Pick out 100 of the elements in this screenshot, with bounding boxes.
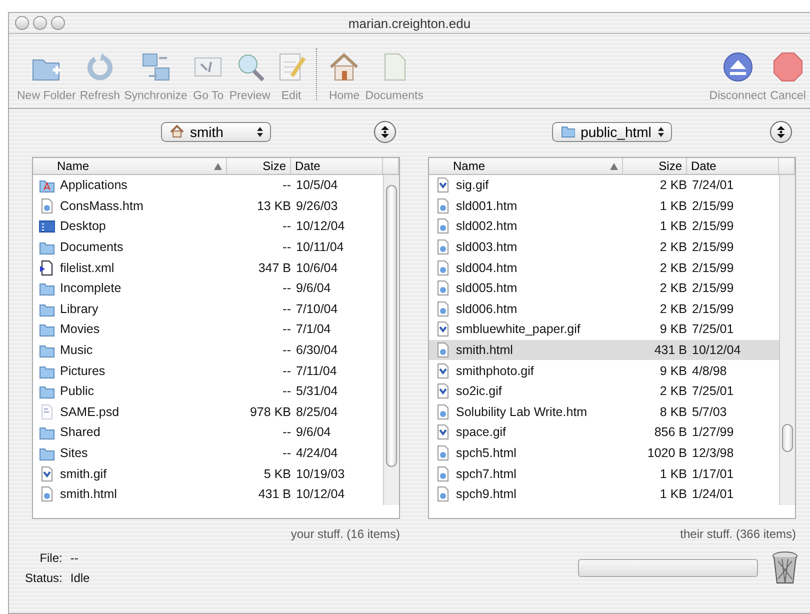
file-date: 10/11/04 <box>295 240 345 254</box>
file-size: 9 KB <box>658 322 687 336</box>
file-date: 10/6/04 <box>295 260 339 275</box>
file-date: 10/12/04 <box>295 487 346 502</box>
file-size: -- <box>282 240 291 254</box>
file-row[interactable]: smbluewhite_paper.gif 9 KB 7/25/01 <box>429 319 779 340</box>
file-name: SAME.psd <box>60 404 120 419</box>
file-row[interactable]: smithphoto.gif 9 KB 4/8/98 <box>429 360 779 381</box>
file-row[interactable]: sld006.htm 2 KB 2/15/99 <box>429 298 779 320</box>
file-size: 13 KB <box>256 198 291 213</box>
column-header[interactable]: Name <box>429 158 623 174</box>
file-name: sig.gif <box>456 178 489 192</box>
file-icon <box>435 424 451 440</box>
file-row[interactable]: spch7.html 1 KB 1/17/01 <box>429 463 779 484</box>
file-icon <box>39 486 55 502</box>
file-row[interactable]: space.gif 856 B 1/27/99 <box>429 422 779 443</box>
file-row[interactable]: sig.gif 2 KB 7/24/01 <box>429 175 779 196</box>
file-name: Incomplete <box>60 281 122 296</box>
file-icon <box>435 260 451 276</box>
file-icon <box>435 280 451 296</box>
file-size: 2 KB <box>658 384 687 398</box>
desktop-icon <box>39 218 55 234</box>
stop-sign-icon <box>771 50 806 84</box>
file-date: 7/25/01 <box>691 322 735 336</box>
file-icon <box>435 239 451 256</box>
file-row[interactable]: Incomplete -- 9/6/04 <box>33 278 383 299</box>
file-icon <box>435 198 451 214</box>
action-button[interactable] <box>770 121 792 143</box>
file-date: 7/10/04 <box>295 302 339 316</box>
scrollbar[interactable] <box>383 175 399 505</box>
minimize-button[interactable] <box>33 16 47 30</box>
file-name: sld006.htm <box>456 302 518 316</box>
file-row[interactable]: spch5.html 1020 B 12/3/98 <box>429 442 779 464</box>
column-header[interactable]: Size <box>623 158 687 174</box>
location-popup[interactable]: smith <box>161 122 271 142</box>
file-date: 4/24/04 <box>295 446 339 460</box>
item-count: your stuff. (16 items) <box>290 527 400 541</box>
file-row[interactable]: filelist.xml 347 B 10/6/04 <box>33 257 383 278</box>
file-date: 10/5/04 <box>295 178 339 192</box>
file-date: 8/25/04 <box>295 404 339 419</box>
file-row[interactable]: Desktop -- 10/12/04 <box>33 216 383 237</box>
file-date: 4/8/98 <box>691 364 728 378</box>
file-name: spch5.html <box>456 446 516 460</box>
file-date: 1/17/01 <box>691 466 735 481</box>
file-row[interactable]: Music -- 6/30/04 <box>33 340 383 360</box>
sort-arrow-icon <box>214 162 222 170</box>
file-size: 8 KB <box>658 404 687 419</box>
column-header[interactable]: Name <box>33 158 227 174</box>
file-date: 7/25/01 <box>691 384 735 398</box>
up-down-arrows-icon <box>776 125 786 139</box>
file-row[interactable]: sld002.htm 1 KB 2/15/99 <box>429 216 779 237</box>
file-row[interactable]: so2ic.gif 2 KB 7/25/01 <box>429 380 779 402</box>
status-value: Idle <box>70 571 90 585</box>
file-row[interactable]: smith.gif 5 KB 10/19/03 <box>33 463 383 484</box>
file-row[interactable]: sld001.htm 1 KB 2/15/99 <box>429 196 779 216</box>
scrollbar[interactable] <box>779 175 795 505</box>
file-row[interactable]: spch9.html 1 KB 1/24/01 <box>429 484 779 504</box>
file-date: 7/24/01 <box>691 178 735 192</box>
file-row[interactable]: Shared -- 9/6/04 <box>33 422 383 443</box>
file-row[interactable]: Movies -- 7/1/04 <box>33 319 383 340</box>
file-name: spch9.html <box>456 487 516 502</box>
file-date: 2/15/99 <box>691 302 735 316</box>
file-row[interactable]: Sites -- 4/24/04 <box>33 442 383 464</box>
close-button[interactable] <box>15 16 29 30</box>
file-row[interactable]: sld003.htm 2 KB 2/15/99 <box>429 236 779 258</box>
file-size: 431 B <box>653 343 687 358</box>
column-header[interactable]: Date <box>291 158 383 174</box>
location-popup[interactable]: public_html <box>552 122 672 142</box>
column-header[interactable]: Size <box>227 158 291 174</box>
file-row[interactable]: smith.html 431 B 10/12/04 <box>33 484 383 504</box>
zoom-button[interactable] <box>51 16 65 30</box>
file-row[interactable]: Library -- 7/10/04 <box>33 298 383 320</box>
file-row[interactable]: Public -- 5/31/04 <box>33 380 383 402</box>
file-row[interactable]: SAME.psd 978 KB 8/25/04 <box>33 402 383 422</box>
trash-icon[interactable] <box>772 551 798 585</box>
file-value: -- <box>70 551 80 565</box>
file-name: so2ic.gif <box>456 384 502 398</box>
file-size: 9 KB <box>658 364 687 378</box>
file-row[interactable]: ConsMass.htm 13 KB 9/26/03 <box>33 196 383 216</box>
file-label: File: <box>38 551 62 565</box>
file-date: 2/15/99 <box>691 219 735 234</box>
column-header[interactable]: Date <box>687 158 779 174</box>
action-button[interactable] <box>374 121 396 143</box>
file-row[interactable]: sld004.htm 2 KB 2/15/99 <box>429 257 779 278</box>
file-name: Library <box>60 302 98 316</box>
file-row[interactable]: Pictures -- 7/11/04 <box>33 360 383 381</box>
file-icon <box>435 383 451 400</box>
file-row[interactable]: Solubility Lab Write.htm 8 KB 5/7/03 <box>429 402 779 422</box>
file-date: 10/12/04 <box>295 219 346 234</box>
file-row[interactable]: smith.html 431 B 10/12/04 <box>429 340 779 360</box>
file-row[interactable]: Applications -- 10/5/04 <box>33 175 383 196</box>
file-date: 2/15/99 <box>691 198 735 213</box>
folder-icon <box>560 124 575 138</box>
file-name: Sites <box>60 446 88 460</box>
file-row[interactable]: sld005.htm 2 KB 2/15/99 <box>429 278 779 299</box>
file-icon <box>435 445 451 462</box>
up-down-arrows-icon <box>380 125 390 139</box>
file-name: Solubility Lab Write.htm <box>456 404 588 419</box>
file-date: 1/27/99 <box>691 425 735 440</box>
file-row[interactable]: Documents -- 10/11/04 <box>33 236 383 258</box>
